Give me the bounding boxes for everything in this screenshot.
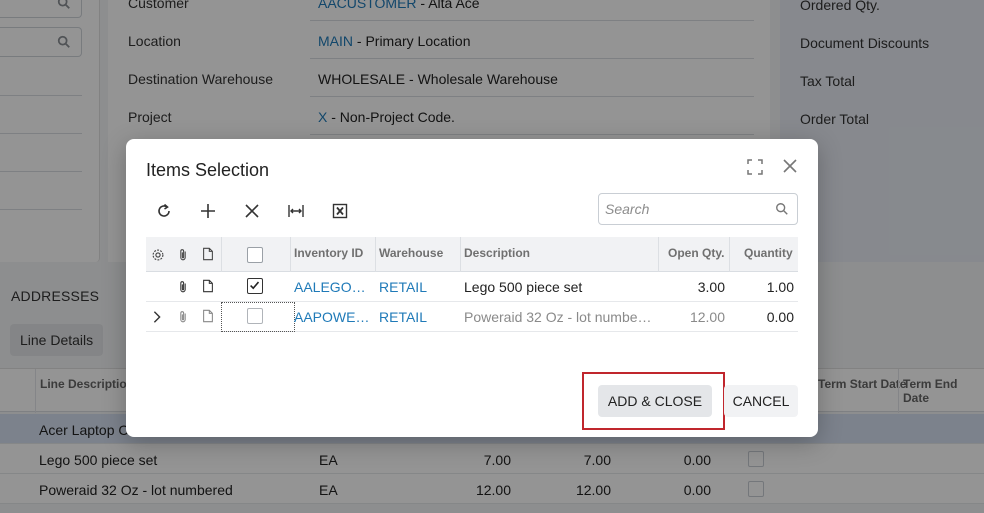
fit-width-icon (288, 205, 304, 217)
attachment-icon[interactable] (176, 309, 190, 325)
chevron-right-icon[interactable] (150, 309, 164, 325)
x-icon (245, 204, 259, 218)
open-qty-cell: 3.00 (697, 279, 725, 295)
row-select-checkbox[interactable] (247, 278, 263, 294)
plus-icon (201, 204, 215, 218)
column-header-warehouse[interactable]: Warehouse (379, 246, 443, 260)
cancel-button[interactable]: CANCEL (724, 385, 798, 417)
note-icon[interactable] (201, 308, 215, 324)
table-row[interactable]: AALEGO… RETAIL Lego 500 piece set 3.00 1… (146, 272, 798, 302)
grid-header: Inventory ID Warehouse Description Open … (146, 237, 798, 272)
inventory-id-link[interactable]: AALEGO… (294, 279, 370, 295)
table-row[interactable]: AAPOWE… RETAIL Poweraid 32 Oz - lot numb… (146, 302, 798, 332)
attachment-icon[interactable] (176, 279, 190, 295)
add-row-button[interactable] (195, 198, 221, 224)
settings-icon[interactable] (151, 247, 165, 263)
maximize-icon[interactable] (747, 159, 763, 175)
items-grid: Inventory ID Warehouse Description Open … (146, 237, 798, 332)
fit-columns-button[interactable] (283, 198, 309, 224)
items-selection-dialog: Items Selection Inventory ID (126, 139, 818, 437)
add-and-close-button[interactable]: ADD & CLOSE (598, 385, 712, 417)
dialog-title: Items Selection (146, 160, 270, 180)
search-icon[interactable] (775, 202, 789, 216)
description-cell: Lego 500 piece set (464, 279, 583, 295)
quantity-cell[interactable]: 1.00 (732, 279, 794, 295)
search-field[interactable] (598, 193, 798, 225)
inventory-id-link[interactable]: AAPOWE… (294, 309, 370, 325)
open-qty-cell: 12.00 (689, 309, 725, 325)
checkmark-icon (250, 281, 260, 290)
delete-row-button[interactable] (239, 198, 265, 224)
refresh-icon (158, 203, 170, 217)
refresh-button[interactable] (151, 198, 177, 224)
description-cell: Poweraid 32 Oz - lot numbe… (464, 309, 652, 325)
warehouse-link[interactable]: RETAIL (379, 279, 455, 295)
column-header-quantity[interactable]: Quantity (744, 246, 793, 260)
attachment-icon (180, 249, 186, 261)
column-header-inventory-id[interactable]: Inventory ID (294, 246, 363, 260)
excel-icon (332, 203, 348, 219)
warehouse-link[interactable]: RETAIL (379, 309, 455, 325)
note-icon (203, 247, 213, 261)
note-icon[interactable] (201, 278, 215, 294)
column-header-open-qty[interactable]: Open Qty. (668, 246, 724, 260)
quantity-cell[interactable]: 0.00 (732, 309, 794, 325)
close-icon[interactable] (782, 158, 798, 174)
search-input[interactable] (605, 199, 765, 219)
export-excel-button[interactable] (327, 198, 353, 224)
row-select-checkbox[interactable] (247, 308, 263, 324)
column-header-description[interactable]: Description (464, 246, 530, 260)
select-all-checkbox[interactable] (247, 247, 263, 263)
